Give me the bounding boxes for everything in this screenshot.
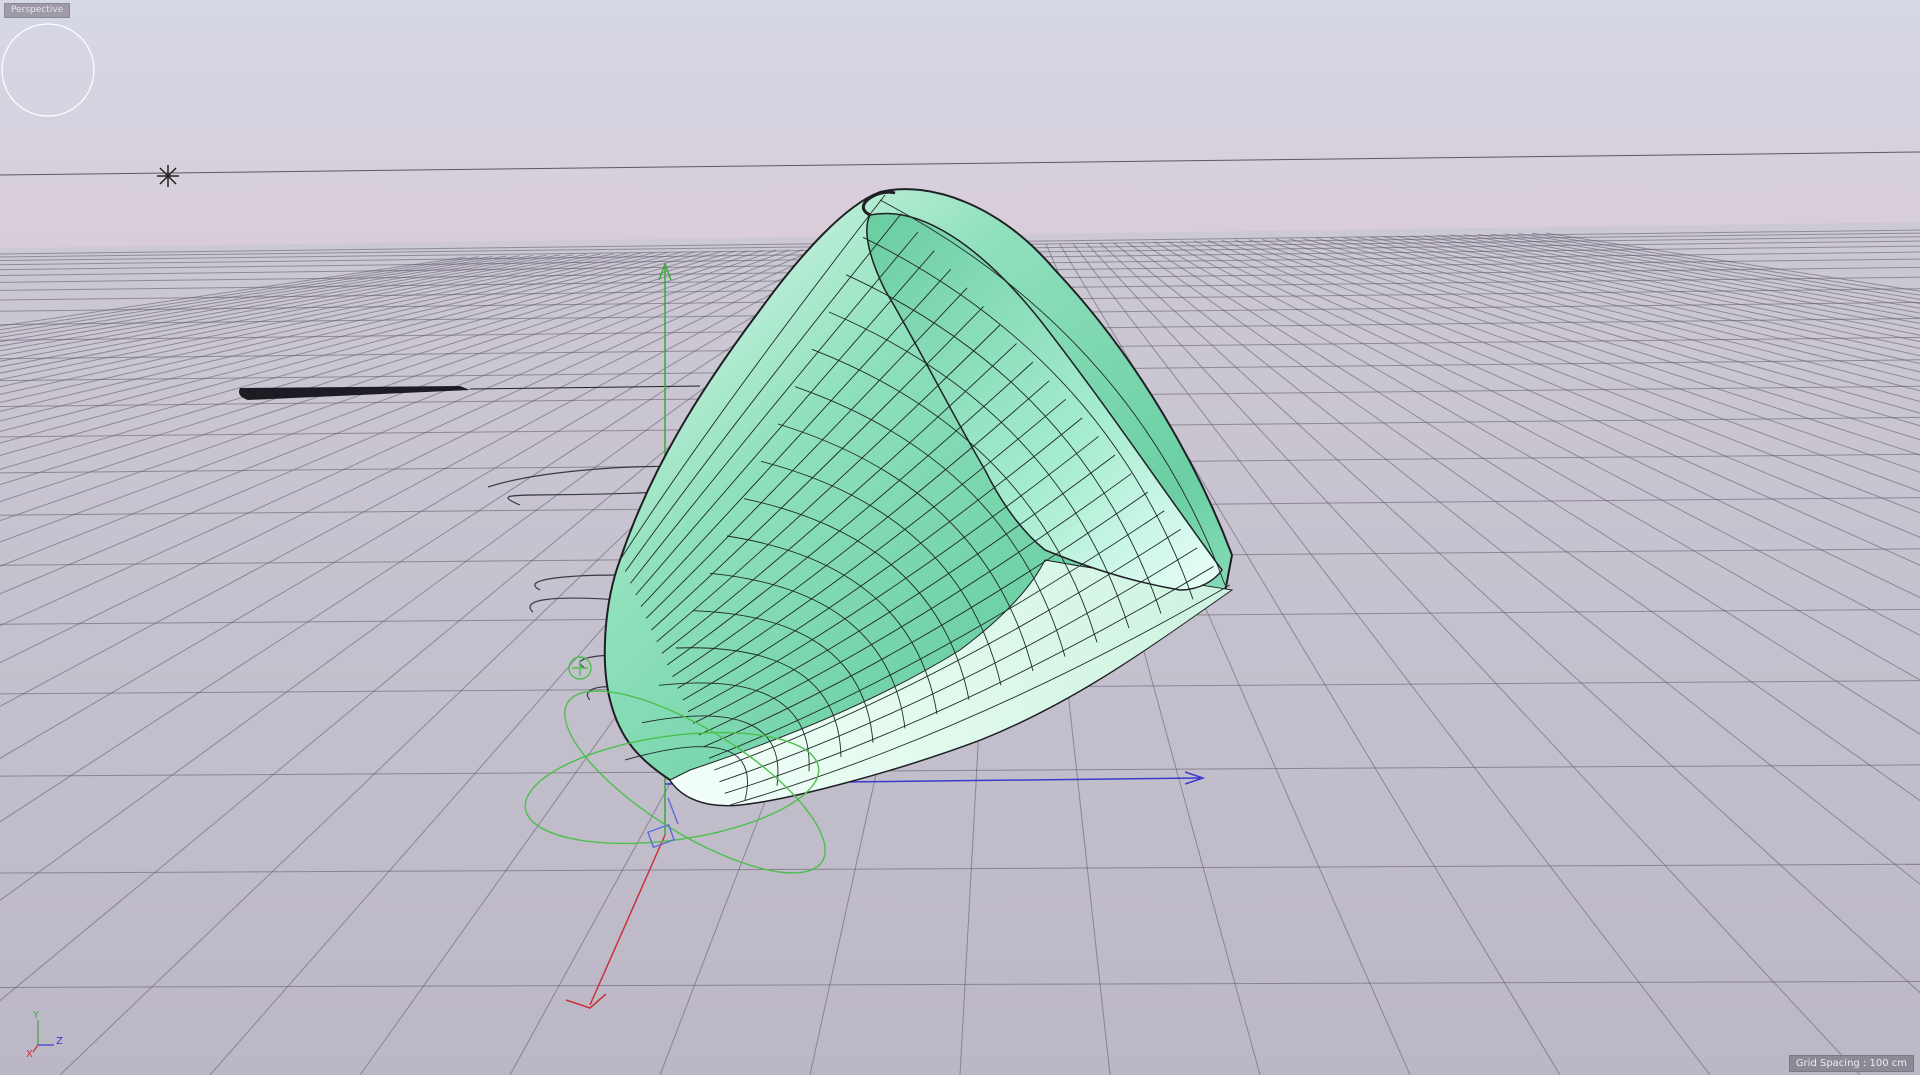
3d-viewport[interactable]: Y Z X Perspective Grid Spacing : 100 cm: [0, 0, 1920, 1075]
gizmo-y-label: Y: [32, 1010, 40, 1021]
grid-spacing-status: Grid Spacing : 100 cm: [1788, 1055, 1914, 1072]
light-icon[interactable]: [157, 165, 179, 187]
gizmo-x-label: X: [26, 1049, 33, 1060]
gizmo-z-label: Z: [56, 1036, 63, 1047]
scene[interactable]: Y Z X: [0, 0, 1920, 1075]
camera-menu-button[interactable]: Perspective: [4, 3, 71, 18]
